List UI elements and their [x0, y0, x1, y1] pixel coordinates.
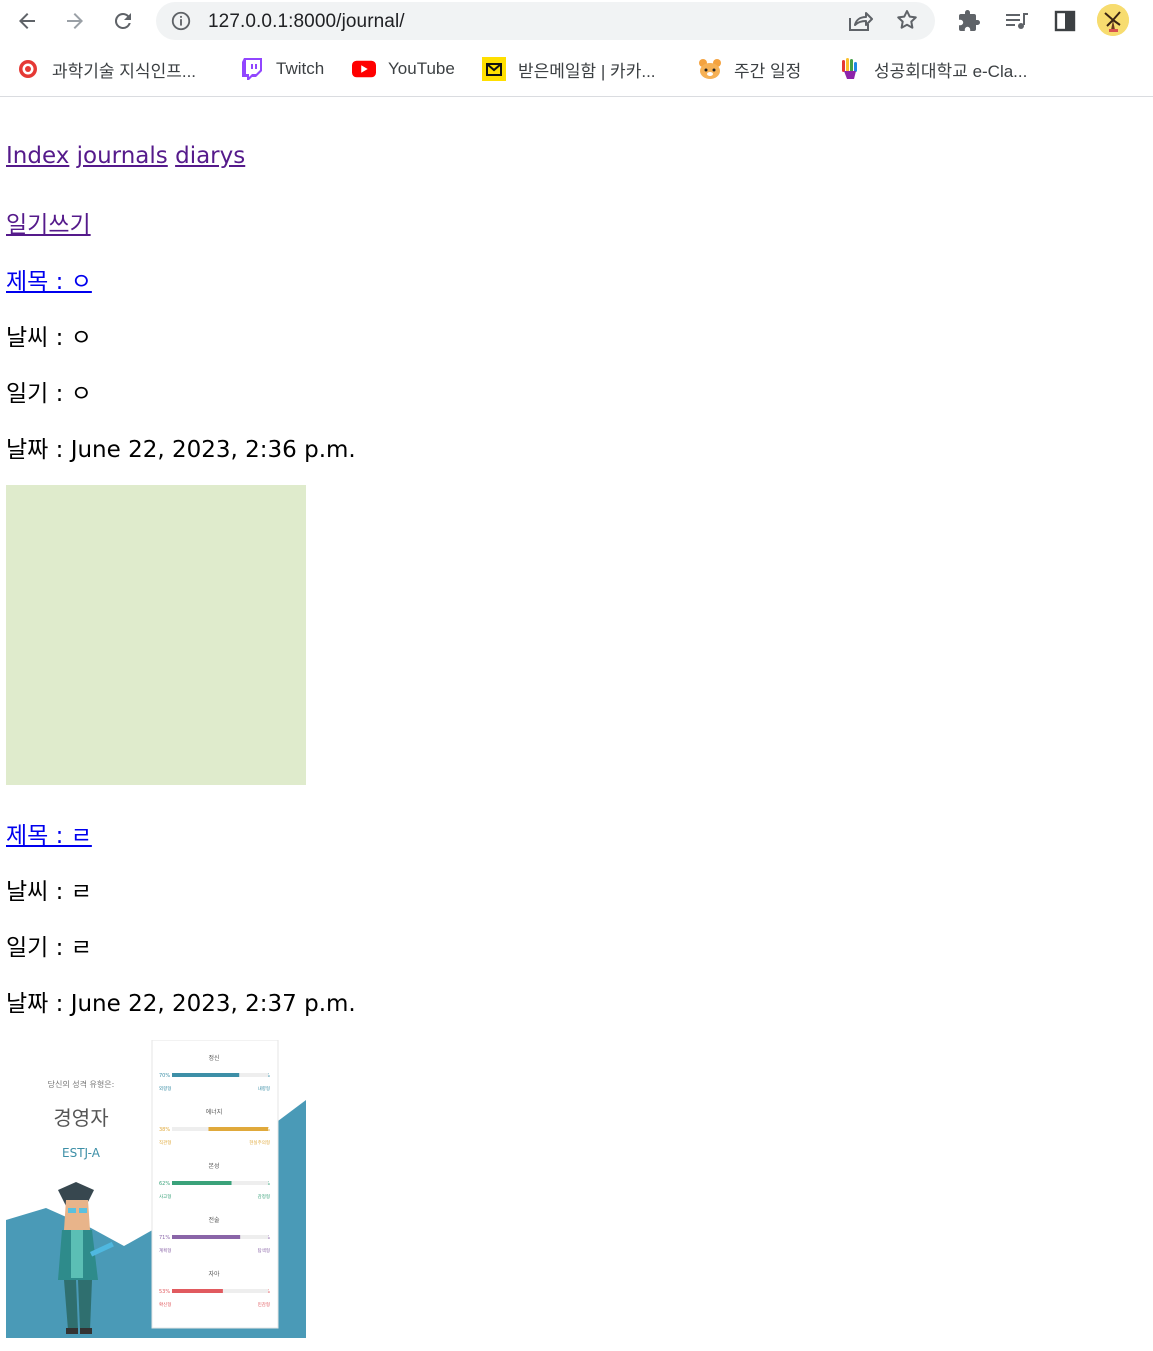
trait-left-percent: 38% [159, 1127, 170, 1133]
trait-left-percent: 70% [159, 1073, 170, 1079]
bookmarks-bar: 과학기술 지식인프... Twitch YouTube 받은메일함 | 카카..… [0, 48, 1153, 97]
trait-bar [172, 1181, 232, 1185]
main-nav: Index journals diarys [6, 143, 245, 169]
trait-right-label: 탐색형 [258, 1247, 270, 1254]
trait-left-percent: 53% [159, 1289, 170, 1295]
trait-name: 자아 [208, 1270, 220, 1278]
trait-bar [172, 1073, 240, 1077]
trait-left-label: 외향형 [159, 1085, 171, 1092]
mbti-result-image: 당신의 성격 유형은: 경영자 ESTJ-A 정신70%30%외향형내향형에너지… [6, 1040, 306, 1338]
arrow-left-icon [19, 13, 35, 29]
windmill-avatar-icon [1097, 4, 1129, 36]
trait-bar [208, 1127, 268, 1131]
reload-icon [114, 12, 131, 29]
bookmark-item[interactable]: 받은메일함 | 카카... [482, 57, 656, 81]
trait-name: 에너지 [206, 1108, 223, 1116]
bookmark-item[interactable]: 성공회대학교 e-Cla... [838, 57, 1027, 81]
trait-name: 전술 [208, 1216, 220, 1224]
forward-button[interactable] [60, 6, 90, 36]
trait-name: 정신 [208, 1054, 219, 1062]
write-diary-row: 일기쓰기 [6, 205, 91, 239]
eclass-hand-icon [838, 57, 862, 81]
trait-left-label: 계획형 [159, 1247, 171, 1254]
extensions-button[interactable] [955, 7, 983, 35]
bookmark-item[interactable]: YouTube [352, 57, 455, 81]
trait-left-percent: 71% [159, 1235, 170, 1241]
profile-avatar[interactable] [1097, 4, 1129, 36]
side-panel-button[interactable] [1051, 7, 1079, 35]
entry-diary-text: 일기 : ㅇ [6, 381, 92, 407]
mbti-code: ESTJ-A [62, 1146, 101, 1160]
bookmark-item[interactable]: 과학기술 지식인프... [16, 57, 196, 81]
write-diary-link[interactable]: 일기쓰기 [6, 212, 91, 238]
bookmark-item[interactable]: Twitch [240, 57, 324, 81]
trait-right-label: 내향형 [258, 1085, 270, 1092]
trait-bar [172, 1235, 241, 1239]
side-panel-icon [1054, 10, 1076, 32]
trait-bar [172, 1289, 223, 1293]
science-knowledge-icon [16, 57, 40, 81]
trait-left-label: 직관형 [159, 1139, 171, 1146]
entry-title-row: 제목 : ㅇ [6, 262, 92, 296]
entry-image: 당신의 성격 유형은: 경영자 ESTJ-A 정신70%30%외향형내향형에너지… [6, 1040, 306, 1338]
mbti-type: 경영자 [53, 1106, 108, 1130]
bookmark-label: 성공회대학교 e-Cla... [874, 61, 1028, 81]
entry-diary-text: 일기 : ㄹ [6, 935, 92, 961]
puzzle-icon [959, 10, 980, 31]
entry-weather: 날씨 : ㄹ [6, 879, 92, 905]
bookmark-item[interactable]: 주간 일정 [698, 57, 801, 81]
entry-weather: 날씨 : ㅇ [6, 325, 92, 351]
bookmark-label: 과학기술 지식인프... [52, 61, 197, 81]
hamster-icon [698, 57, 722, 81]
nav-journals-link[interactable]: journals [77, 143, 168, 169]
mbti-heading: 당신의 성격 유형은: [48, 1079, 115, 1089]
bookmark-label: YouTube [388, 59, 455, 78]
twitch-icon [240, 57, 264, 81]
trait-right-label: 현실주의형 [249, 1139, 270, 1146]
share-icon[interactable] [847, 9, 873, 37]
youtube-icon [352, 57, 376, 81]
bookmark-label: 받은메일함 | 카카... [518, 61, 656, 81]
address-bar[interactable]: 127.0.0.1:8000/journal/ [156, 2, 935, 40]
trait-right-label: 민감형 [258, 1301, 270, 1308]
entry-title-row: 제목 : ㄹ [6, 816, 92, 850]
entry-title-link[interactable]: 제목 : ㄹ [6, 823, 92, 849]
entry-date: 날짜 : June 22, 2023, 2:37 p.m. [6, 991, 356, 1017]
trait-right-label: 감정형 [258, 1193, 270, 1200]
trait-left-percent: 62% [159, 1181, 170, 1187]
back-button[interactable] [12, 6, 42, 36]
arrow-right-icon [67, 13, 83, 29]
trait-left-label: 사고형 [159, 1193, 171, 1200]
trait-name: 본성 [208, 1162, 219, 1170]
bookmark-label: 주간 일정 [734, 61, 802, 81]
browser-toolbar: 127.0.0.1:8000/journal/ [0, 0, 1153, 44]
nav-diarys-link[interactable]: diarys [175, 143, 245, 169]
bookmark-star-icon[interactable] [895, 8, 919, 36]
playlist-icon [1006, 13, 1028, 29]
trait-left-label: 확신형 [159, 1301, 171, 1308]
kakao-mail-icon [482, 57, 506, 81]
entry-date: 날짜 : June 22, 2023, 2:36 p.m. [6, 437, 356, 463]
media-control-button[interactable] [1003, 7, 1031, 35]
reload-button[interactable] [108, 6, 138, 36]
nav-index-link[interactable]: Index [6, 143, 69, 169]
entry-image [6, 485, 306, 785]
bookmark-label: Twitch [276, 59, 325, 78]
site-info-icon[interactable] [170, 10, 192, 36]
entry-title-link[interactable]: 제목 : ㅇ [6, 269, 92, 295]
url-text[interactable]: 127.0.0.1:8000/journal/ [208, 11, 405, 33]
